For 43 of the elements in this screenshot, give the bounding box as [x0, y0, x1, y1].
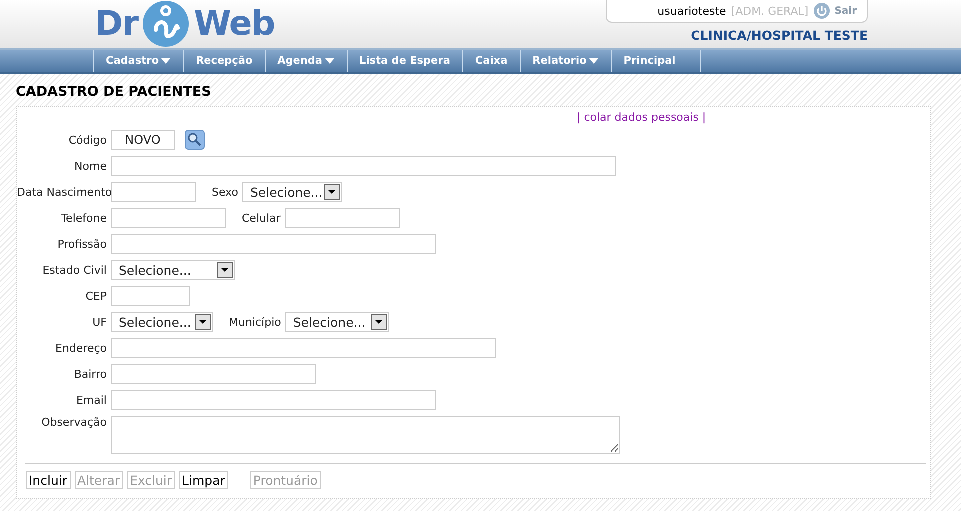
action-button[interactable]: Limpar [179, 471, 228, 489]
field-label: Observação [40, 416, 108, 429]
field-label: Celular [241, 212, 282, 224]
field-label: Nome [74, 160, 108, 172]
page-title: CADASTRO DE PACIENTES [16, 84, 212, 100]
nav-menu-item[interactable]: Recepção [183, 50, 265, 72]
paste-data-link[interactable]: | colar dados pessoais | [577, 111, 706, 124]
logo-text: Dr [95, 4, 138, 44]
field-label: Estado Civil [42, 264, 108, 276]
field-label: Telefone [60, 212, 108, 224]
nav-menu-item[interactable]: Relatorio [520, 50, 611, 72]
field-label: Email [75, 394, 108, 406]
nav-menu-item[interactable]: Cadastro [93, 50, 184, 72]
field-label: Município [228, 316, 282, 328]
caret-icon [324, 58, 334, 64]
logo-icon [142, 0, 190, 48]
field-label: Endereço [54, 342, 108, 354]
nav-menu-item[interactable]: Agenda [264, 50, 346, 72]
user-role: [ADM. GERAL] [731, 4, 809, 18]
action-button[interactable]: Incluir [26, 471, 70, 489]
field-label: CEP [84, 290, 108, 302]
dropdown-field[interactable]: Selecione... [242, 182, 342, 202]
logo-text: Web [194, 4, 275, 44]
caret-icon [588, 58, 599, 64]
field-label: Profissão [56, 238, 108, 250]
nav-menu-item[interactable]: Principal [610, 50, 701, 72]
dropdown-field[interactable]: Selecione... [285, 312, 390, 332]
search-icon[interactable] [185, 130, 205, 150]
code-field[interactable]: NOVO [111, 130, 175, 150]
field-label: Sexo [211, 186, 240, 198]
clinic-name: CLINICA/HOSPITAL TESTE [691, 28, 868, 43]
field-label: Bairro [73, 368, 108, 380]
field-label: Código [68, 134, 108, 146]
dropdown-field[interactable]: Selecione... [111, 260, 235, 280]
username: usuarioteste [658, 4, 726, 18]
field-label: Data Nascimento [17, 186, 111, 198]
logout-link[interactable]: Sair [834, 6, 857, 16]
power-icon[interactable] [814, 3, 830, 19]
caret-icon [161, 58, 172, 64]
nav-menu-item[interactable]: Lista de Espera [346, 50, 462, 72]
nav-menu-item[interactable]: Caixa [462, 50, 520, 72]
dropdown-field[interactable]: Selecione... [111, 312, 213, 332]
field-label: UF [92, 316, 108, 328]
